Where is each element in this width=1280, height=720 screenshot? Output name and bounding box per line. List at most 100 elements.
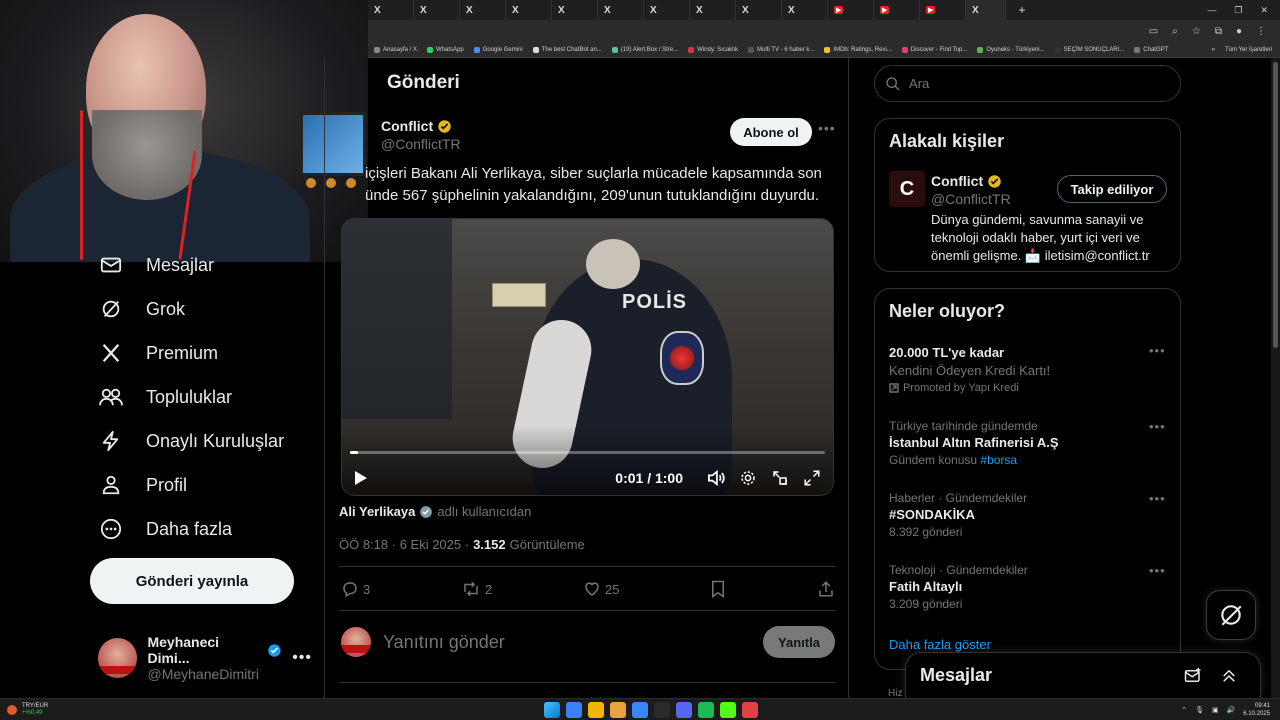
sidebar-item-communities[interactable]: Topluluklar	[96, 382, 232, 412]
profile-icon[interactable]: ●	[1236, 26, 1242, 37]
restore-icon[interactable]: ❐	[1234, 5, 1242, 16]
sidebar-item-more[interactable]: Daha fazla	[96, 514, 232, 544]
bookmark-item[interactable]: Oyuneks - Türkiyeni...	[977, 46, 1045, 53]
zoom-icon[interactable]: ⌕	[1172, 26, 1178, 37]
browser-tab[interactable]: X	[598, 0, 644, 20]
sidebar-item-profile[interactable]: Profil	[96, 470, 187, 500]
settings-button[interactable]	[737, 467, 759, 489]
sidebar-item-messages[interactable]: Mesajlar	[96, 250, 214, 280]
bookmark-item[interactable]: WhatsApp	[427, 46, 464, 53]
taskbar-app-icon[interactable]	[676, 702, 692, 718]
messages-dock[interactable]: Mesajlar	[905, 652, 1261, 698]
sidebar-item-premium[interactable]: Premium	[96, 338, 218, 368]
share-action[interactable]	[817, 580, 835, 598]
bookmark-star-icon[interactable]: ☆	[1192, 26, 1201, 37]
extensions-icon[interactable]: ⧉	[1215, 26, 1222, 37]
browser-tab-active[interactable]: X	[966, 0, 1006, 20]
bookmark-item[interactable]: Anasayfa / X	[374, 46, 417, 53]
show-more-link[interactable]: Daha fazla göster	[889, 637, 991, 652]
browser-tab[interactable]: X	[552, 0, 598, 20]
browser-tab[interactable]: X	[736, 0, 782, 20]
cast-icon[interactable]: ▭	[1149, 26, 1158, 37]
reply-button[interactable]: Yanıtla	[763, 626, 835, 658]
post-more-icon[interactable]: •••	[818, 120, 836, 136]
mic-icon[interactable]: 🎙	[1195, 706, 1204, 714]
bookmark-item[interactable]: IMDb: Ratings, Revi...	[824, 46, 892, 53]
video-progress-bar[interactable]	[350, 451, 825, 454]
close-icon[interactable]: ✕	[1260, 5, 1268, 16]
bookmark-item[interactable]: The best ChatBot an...	[532, 46, 602, 53]
picture-in-picture-button[interactable]	[769, 467, 791, 489]
taskbar-app-icon[interactable]	[654, 702, 670, 718]
bookmarks-overflow-icon[interactable]: »	[1212, 47, 1215, 53]
taskbar-app-icon[interactable]	[742, 702, 758, 718]
trend-more-icon[interactable]: •••	[1149, 343, 1166, 358]
taskbar-app-icon[interactable]	[720, 702, 736, 718]
bookmark-item[interactable]: (19) Alert Box / Stre...	[611, 46, 678, 53]
sidebar-item-grok[interactable]: Grok	[96, 294, 185, 324]
bookmark-item[interactable]: Windy: Sıcaklık	[688, 46, 738, 53]
search-box[interactable]	[874, 65, 1181, 102]
subscribe-button[interactable]: Abone ol	[730, 118, 812, 146]
trend-more-icon[interactable]: •••	[1149, 563, 1166, 578]
taskbar-app-icon[interactable]	[698, 702, 714, 718]
taskbar-app-icon[interactable]	[610, 702, 626, 718]
trend-more-icon[interactable]: •••	[1149, 419, 1166, 434]
browser-tab-youtube[interactable]: ▶	[874, 0, 920, 20]
scrollbar-thumb[interactable]	[1273, 62, 1278, 348]
play-button[interactable]	[352, 468, 370, 488]
browser-tab[interactable]: X	[414, 0, 460, 20]
network-icon[interactable]: ▣	[1212, 706, 1219, 714]
tray-chevron-icon[interactable]: ⌃	[1181, 706, 1187, 714]
browser-tab-youtube[interactable]: ▶	[920, 0, 966, 20]
new-tab-button[interactable]: +	[1006, 0, 1032, 20]
trend-hashtag[interactable]: #borsa	[980, 453, 1017, 467]
taskbar-app-icon[interactable]	[632, 702, 648, 718]
start-button[interactable]	[544, 702, 560, 718]
browser-tab[interactable]: X	[690, 0, 736, 20]
bookmark-item[interactable]: Google Gemini	[473, 46, 523, 53]
browser-tab[interactable]: X	[506, 0, 552, 20]
browser-tab-youtube[interactable]: ▶	[828, 0, 874, 20]
trend-more-icon[interactable]: •••	[1149, 491, 1166, 506]
bookmark-item[interactable]: Multi TV - 6 haber k...	[748, 46, 814, 53]
video-credit[interactable]: Ali Yerlikaya adlı kullanıcıdan	[339, 504, 531, 519]
page-scrollbar[interactable]	[1271, 58, 1280, 698]
minimize-icon[interactable]: —	[1207, 5, 1216, 16]
taskbar-app-icon[interactable]	[566, 702, 582, 718]
sidebar-item-verified-orgs[interactable]: Onaylı Kuruluşlar	[96, 426, 284, 456]
video-player[interactable]: POLİS 0:01 / 1:00	[341, 218, 834, 496]
account-more-icon[interactable]: •••	[292, 649, 312, 667]
reply-action[interactable]: 3	[341, 580, 370, 598]
trend-item[interactable]: Türkiye tarihinde gündemde İstanbul Altı…	[889, 419, 1169, 467]
speaker-icon[interactable]: 🔊	[1227, 706, 1236, 714]
browser-tab[interactable]: X	[460, 0, 506, 20]
grok-button[interactable]	[1206, 590, 1256, 640]
account-switcher[interactable]: Meyhaneci Dimi... @MeyhaneDimitri •••	[98, 634, 312, 682]
browser-tab[interactable]: X	[644, 0, 690, 20]
search-input[interactable]	[909, 76, 1159, 91]
bookmark-action[interactable]	[710, 580, 726, 598]
clock[interactable]: 09:41 6.10.2025	[1243, 702, 1270, 718]
bookmark-item[interactable]: Discover - Find Top...	[901, 46, 967, 53]
expand-up-icon[interactable]	[1220, 667, 1238, 685]
reply-input[interactable]	[383, 631, 743, 653]
post-author[interactable]: Conflict @ConflictTR	[381, 118, 461, 152]
browser-tab[interactable]: X	[782, 0, 828, 20]
trend-item[interactable]: Teknoloji · Gündemdekiler Fatih Altaylı …	[889, 563, 1169, 611]
currency-widget[interactable]: TRY/EUR +%0,49	[0, 703, 48, 717]
new-message-icon[interactable]	[1184, 667, 1202, 685]
bookmark-item[interactable]: ChatGPT	[1134, 46, 1168, 53]
post-timestamp[interactable]: ÖÖ 8:18 · 6 Eki 2025 ·	[339, 537, 469, 552]
volume-button[interactable]	[705, 467, 727, 489]
taskbar-app-icon[interactable]	[588, 702, 604, 718]
trend-item-promoted[interactable]: 20.000 TL'ye kadar Kendini Ödeyen Kredi …	[889, 343, 1169, 394]
repost-action[interactable]: 2	[461, 580, 492, 598]
like-action[interactable]: 25	[583, 580, 619, 598]
following-button[interactable]: Takip ediliyor	[1057, 175, 1167, 203]
bookmark-item[interactable]: SEÇİM SONUÇLARI...	[1054, 46, 1124, 53]
fullscreen-button[interactable]	[801, 467, 823, 489]
all-bookmarks-folder[interactable]: Tüm Yer İşaretleri	[1225, 47, 1280, 53]
browser-tab[interactable]: X	[368, 0, 414, 20]
menu-icon[interactable]: ⋮	[1256, 26, 1266, 37]
